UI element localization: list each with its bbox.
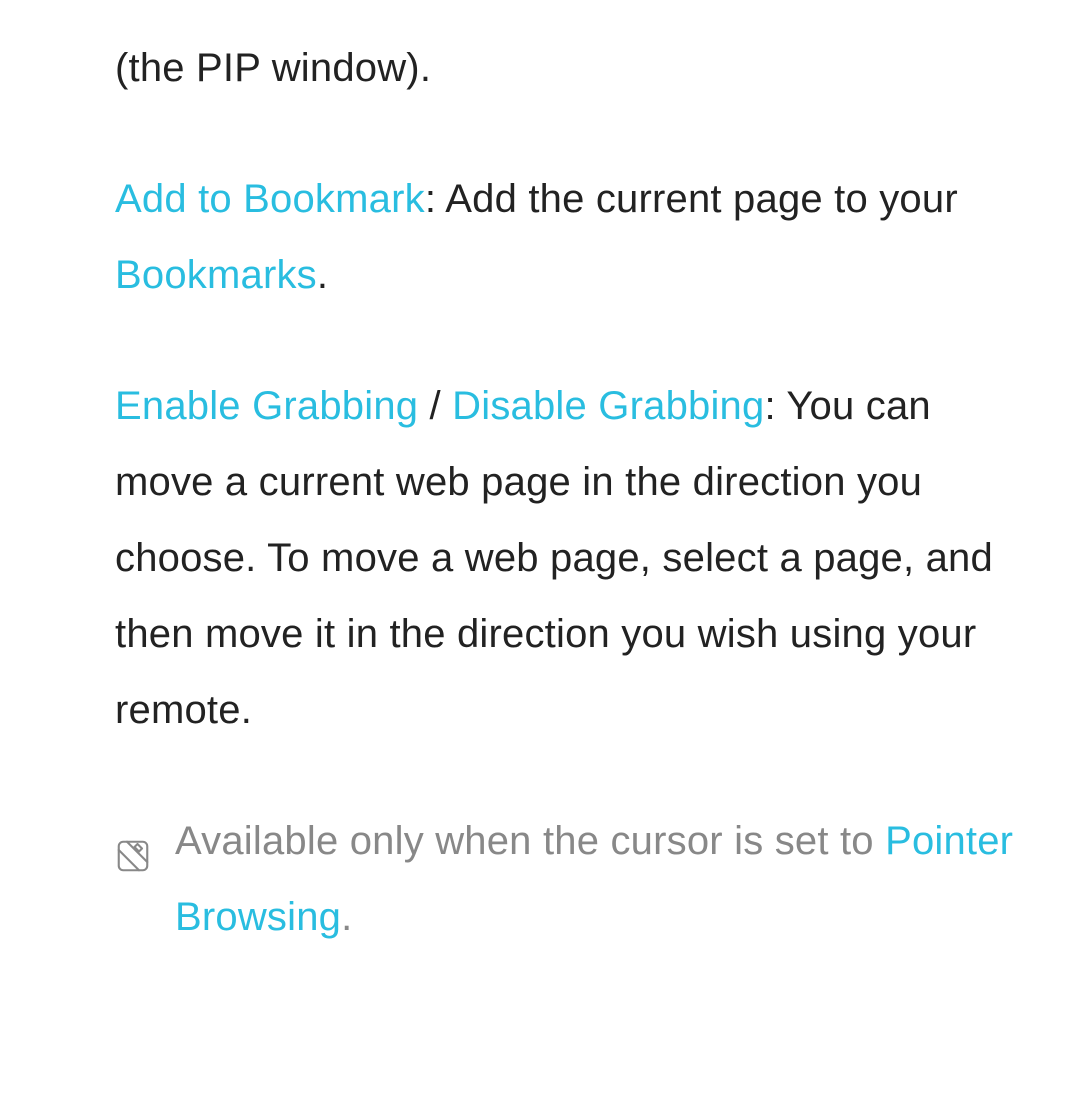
note-frag2: . [341, 895, 352, 939]
paragraph-grabbing: Enable Grabbing / Disable Grabbing: You … [115, 368, 1030, 748]
link-add-to-bookmark[interactable]: Add to Bookmark [115, 177, 425, 221]
text-frag: : Add the current page to your [425, 177, 958, 221]
note-block: Available only when the cursor is set to… [115, 803, 1030, 955]
text-pip-window: (the PIP window). [115, 46, 431, 90]
link-enable-grabbing[interactable]: Enable Grabbing [115, 384, 418, 428]
paragraph-add-bookmark: Add to Bookmark: Add the current page to… [115, 161, 1030, 313]
note-text: Available only when the cursor is set to… [175, 803, 1030, 955]
link-disable-grabbing[interactable]: Disable Grabbing [452, 384, 764, 428]
text-grabbing-desc: : You can move a current web page in the… [115, 384, 993, 732]
note-icon [115, 823, 151, 859]
paragraph-pip-window: (the PIP window). [115, 30, 1030, 106]
text-sep: / [418, 384, 452, 428]
link-bookmarks[interactable]: Bookmarks [115, 253, 317, 297]
note-frag1: Available only when the cursor is set to [175, 819, 885, 863]
text-period: . [317, 253, 328, 297]
